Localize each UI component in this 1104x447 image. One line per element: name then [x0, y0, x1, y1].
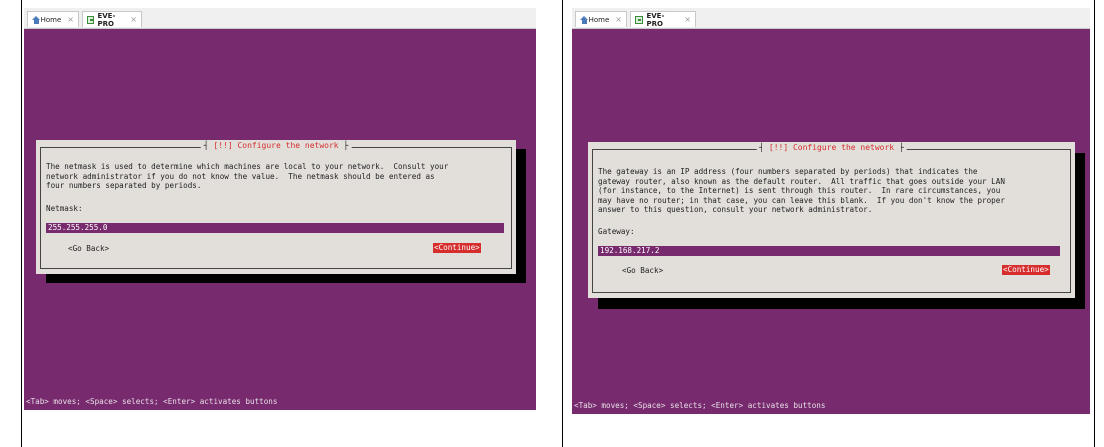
- netmask-input[interactable]: 255.255.255.0: [46, 223, 504, 233]
- configure-network-dialog: ┤ [!!] Configure the network ├ The gatew…: [588, 142, 1075, 298]
- tab-home[interactable]: Home ×: [575, 11, 627, 27]
- close-icon[interactable]: ×: [67, 15, 74, 24]
- gateway-input[interactable]: 192.168.217.2: [598, 246, 1060, 256]
- tab-label: EVE-PRO: [97, 11, 116, 28]
- go-back-button[interactable]: <Go Back>: [68, 244, 109, 253]
- status-hint: <Tab> moves; <Space> selects; <Enter> ac…: [26, 397, 278, 406]
- dialog-title: ┤ [!!] Configure the network ├: [200, 141, 352, 150]
- tab-label: Home: [588, 15, 610, 24]
- installer-screen: ┤ [!!] Configure the network ├ The gatew…: [572, 29, 1090, 414]
- tab-label: Home: [40, 15, 62, 24]
- close-icon[interactable]: ×: [615, 15, 622, 24]
- configure-network-dialog: ┤ [!!] Configure the network ├ The netma…: [36, 140, 516, 274]
- dialog-description: The netmask is used to determine which m…: [46, 162, 449, 191]
- close-icon[interactable]: ×: [684, 15, 691, 24]
- home-icon: [580, 15, 588, 24]
- continue-button[interactable]: <Continue>: [1002, 265, 1050, 275]
- vm-icon: [87, 15, 95, 24]
- close-icon[interactable]: ×: [130, 15, 137, 24]
- tab-bar: Home × EVE-PRO ×: [572, 8, 1090, 29]
- tab-home[interactable]: Home ×: [27, 11, 79, 27]
- dialog-title: ┤ [!!] Configure the network ├: [756, 143, 907, 152]
- field-label: Netmask:: [46, 204, 83, 213]
- installer-screen: ┤ [!!] Configure the network ├ The netma…: [24, 29, 536, 410]
- tab-eve-pro[interactable]: EVE-PRO ×: [82, 11, 142, 28]
- tab-eve-pro[interactable]: EVE-PRO ×: [630, 11, 696, 28]
- go-back-button[interactable]: <Go Back>: [622, 266, 663, 275]
- tab-label: EVE-PRO: [646, 11, 665, 28]
- dialog-description: The gateway is an IP address (four numbe…: [598, 167, 1005, 215]
- vm-icon: [635, 15, 644, 24]
- field-label: Gateway:: [598, 227, 635, 236]
- continue-button[interactable]: <Continue>: [433, 243, 481, 253]
- home-icon: [32, 15, 40, 24]
- left-vm-window: Home × EVE-PRO × ┤ [!!] Configure the ne…: [24, 8, 536, 410]
- tab-bar: Home × EVE-PRO ×: [24, 8, 536, 29]
- status-hint: <Tab> moves; <Space> selects; <Enter> ac…: [574, 401, 826, 410]
- right-vm-window: Home × EVE-PRO × ┤ [!!] Configure the ne…: [572, 8, 1090, 414]
